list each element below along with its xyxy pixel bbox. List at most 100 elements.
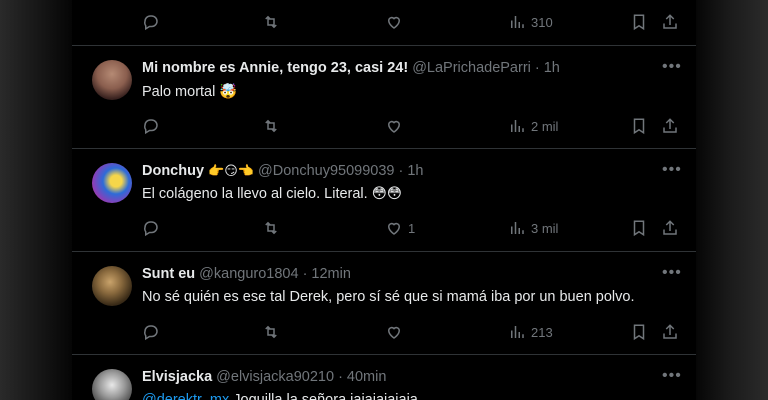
like-button[interactable] — [385, 10, 403, 34]
retweet-button[interactable] — [262, 320, 280, 344]
retweet-icon — [265, 119, 277, 133]
avatar[interactable] — [92, 60, 132, 100]
tweet-actions: 310 — [72, 10, 696, 34]
avatar[interactable] — [92, 163, 132, 203]
retweet-icon — [265, 15, 277, 29]
tweet[interactable]: Sunt eu @kanguro1804 · 12min ••• No sé quié… — [72, 252, 696, 355]
more-icon[interactable]: ••• — [662, 58, 682, 76]
user-handle[interactable]: @LaPrichadeParri — [412, 60, 531, 76]
left-blur-margin — [0, 0, 72, 400]
retweet-button[interactable] — [262, 10, 280, 34]
separator-dot: · — [338, 369, 343, 385]
tweet-actions: 213 — [72, 320, 696, 344]
views-button[interactable]: 2 mil — [508, 114, 558, 138]
views-count: 213 — [531, 324, 553, 340]
display-name[interactable]: Sunt eu — [142, 266, 195, 282]
reply-button[interactable] — [142, 10, 160, 34]
like-button[interactable] — [385, 320, 403, 344]
tweet[interactable]: Donchuy 👉😏👈 @Donchuy95099039 · 1h ••• El co… — [72, 149, 696, 252]
timestamp[interactable]: 1h — [407, 163, 423, 179]
right-blur-margin — [696, 0, 768, 400]
reply-button[interactable] — [142, 216, 160, 240]
bookmark-icon — [633, 118, 645, 135]
share-button[interactable] — [661, 10, 679, 34]
bookmark-icon — [633, 324, 645, 341]
views-count: 310 — [531, 14, 553, 30]
more-icon[interactable]: ••• — [662, 161, 682, 179]
tweet-header: Donchuy 👉😏👈 @Donchuy95099039 · 1h — [142, 163, 423, 179]
reply-icon — [144, 119, 158, 135]
tweet-text: Palo mortal 🤯 — [142, 84, 238, 100]
like-count: 1 — [408, 220, 416, 236]
bookmark-icon — [633, 14, 645, 31]
tweet[interactable]: Elvisjacka @elvisjacka90210 · 40min ••• @de… — [72, 355, 696, 400]
user-handle[interactable]: @kanguro1804 — [199, 266, 298, 282]
tweet-text-line: @derektr_mx Joguilla la señora jajajajaj… — [142, 392, 418, 400]
avatar[interactable] — [92, 266, 132, 306]
tweet-text: El colágeno la llevo al cielo. Literal. … — [142, 186, 402, 202]
separator-dot: · — [302, 266, 308, 282]
user-handle[interactable]: @Donchuy95099039 — [258, 163, 394, 179]
display-name[interactable]: Elvisjacka — [142, 369, 212, 385]
bookmark-button[interactable] — [630, 10, 648, 34]
tweet[interactable]: Mi nombre es Annie, tengo 23, casi 24! @L… — [72, 46, 696, 149]
more-icon[interactable]: ••• — [662, 367, 682, 385]
views-button[interactable]: 3 mil — [508, 216, 558, 240]
tweet-text: No sé quién es ese tal Derek, pero sí sé… — [142, 289, 635, 305]
timestamp[interactable]: 1h — [544, 60, 560, 76]
heart-icon — [387, 16, 401, 29]
tweet-actions: 2 mil — [72, 114, 696, 138]
retweet-icon — [265, 221, 277, 235]
retweet-button[interactable] — [262, 216, 280, 240]
views-count: 3 mil — [531, 220, 559, 236]
display-name[interactable]: Donchuy — [142, 163, 204, 179]
tweet-actions: 1 3 mil — [72, 216, 696, 240]
name-emoji: 👉😏👈 — [208, 163, 254, 178]
tweet-partial-top: 310 — [72, 0, 696, 46]
reply-icon — [144, 221, 158, 237]
bookmark-button[interactable] — [630, 216, 648, 240]
reply-button[interactable] — [142, 320, 160, 344]
avatar[interactable] — [92, 369, 132, 400]
share-icon — [663, 118, 677, 133]
share-icon — [663, 220, 677, 235]
views-count: 2 mil — [531, 118, 559, 134]
tweet-header: Sunt eu @kanguro1804 · 12min — [142, 266, 351, 282]
bookmark-button[interactable] — [630, 114, 648, 138]
tweet-header: Elvisjacka @elvisjacka90210 · 40min — [142, 369, 386, 385]
timestamp[interactable]: 40min — [347, 369, 387, 385]
tweet-feed: 310 Mi nombre es Annie, tengo 23, casi 2… — [72, 0, 696, 400]
views-button[interactable]: 310 — [508, 10, 553, 34]
views-icon — [511, 222, 524, 234]
timestamp[interactable]: 12min — [311, 266, 351, 282]
reply-button[interactable] — [142, 114, 160, 138]
bookmark-button[interactable] — [630, 320, 648, 344]
bookmark-icon — [633, 220, 645, 237]
heart-icon — [387, 222, 401, 235]
tweet-text: Joguilla la señora jajajajajaja — [233, 392, 418, 400]
share-button[interactable] — [661, 114, 679, 138]
views-icon — [511, 120, 524, 132]
more-icon[interactable]: ••• — [662, 264, 682, 282]
user-handle[interactable]: @elvisjacka90210 — [216, 369, 334, 385]
views-icon — [511, 326, 524, 338]
reply-icon — [144, 325, 158, 341]
separator-dot: · — [534, 60, 540, 76]
share-button[interactable] — [661, 320, 679, 344]
retweet-icon — [265, 325, 277, 339]
reply-icon — [144, 15, 158, 31]
views-icon — [511, 16, 524, 28]
share-icon — [663, 14, 677, 29]
retweet-button[interactable] — [262, 114, 280, 138]
separator-dot: · — [398, 163, 404, 179]
share-button[interactable] — [661, 216, 679, 240]
display-name[interactable]: Mi nombre es Annie, tengo 23, casi 24! — [142, 60, 408, 76]
heart-icon — [387, 120, 401, 133]
like-button[interactable] — [385, 114, 403, 138]
heart-icon — [387, 326, 401, 339]
share-icon — [663, 324, 677, 339]
mention-link[interactable]: @derektr_mx — [142, 392, 229, 400]
like-button[interactable]: 1 — [385, 216, 415, 240]
views-button[interactable]: 213 — [508, 320, 553, 344]
tweet-header: Mi nombre es Annie, tengo 23, casi 24! @L… — [142, 60, 560, 76]
